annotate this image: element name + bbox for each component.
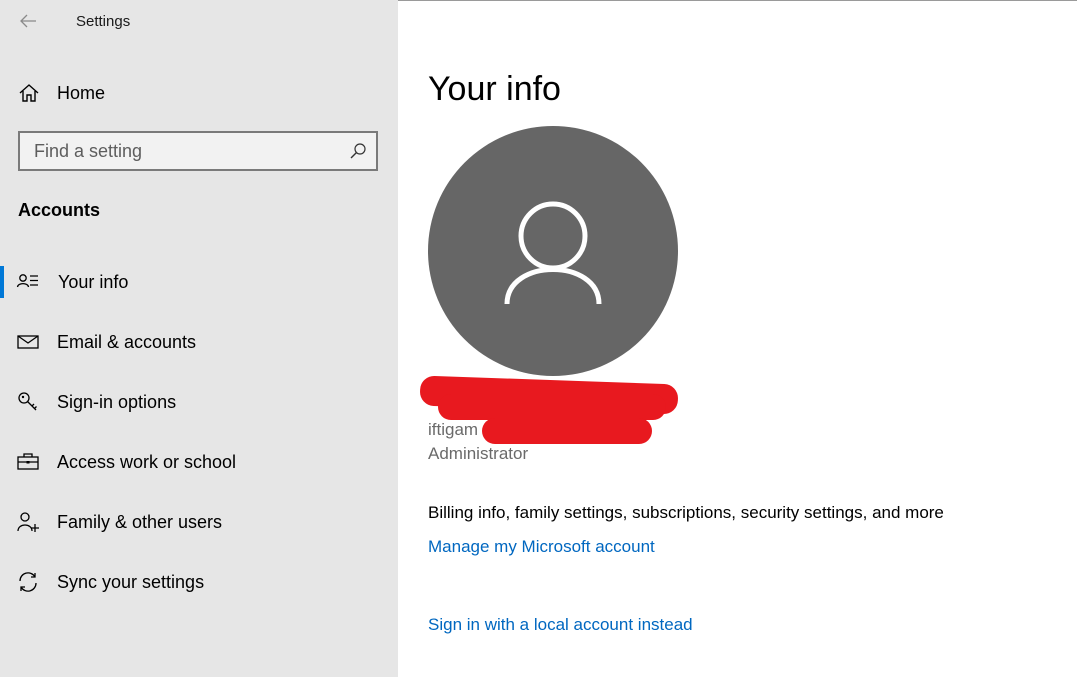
sidebar-item-your-info[interactable]: Your info xyxy=(0,260,398,304)
sidebar-item-label: Sync your settings xyxy=(57,572,205,592)
local-account-link[interactable]: Sign in with a local account instead xyxy=(428,615,693,635)
user-email: iftigam xyxy=(428,420,479,439)
redaction-mark xyxy=(438,394,666,420)
app-title: Settings xyxy=(76,13,131,30)
avatar xyxy=(428,126,678,376)
add-person-icon xyxy=(17,512,39,532)
manage-account-link[interactable]: Manage my Microsoft account xyxy=(428,537,655,557)
key-icon xyxy=(18,392,37,411)
sidebar-item-label: Your info xyxy=(58,272,129,292)
back-button[interactable] xyxy=(12,6,44,36)
sidebar-item-label: Access work or school xyxy=(57,452,237,472)
title-bar: Settings xyxy=(0,0,398,44)
search-box[interactable] xyxy=(18,131,378,171)
section-heading-accounts: Accounts xyxy=(18,200,101,220)
search-icon[interactable] xyxy=(349,142,367,160)
user-silhouette-icon xyxy=(504,201,602,305)
redaction-mark xyxy=(482,418,652,444)
sidebar-item-email-accounts[interactable]: Email & accounts xyxy=(0,320,398,364)
nav-home[interactable]: Home xyxy=(0,72,398,114)
briefcase-icon xyxy=(17,453,39,470)
sync-icon xyxy=(19,572,37,592)
page-title: Your info xyxy=(428,70,561,108)
sidebar: Settings Home Accounts Your info Email &… xyxy=(0,0,398,677)
billing-description: Billing info, family settings, subscript… xyxy=(428,503,944,522)
home-icon xyxy=(19,84,39,102)
sidebar-item-sign-in-options[interactable]: Sign-in options xyxy=(0,380,398,424)
sidebar-item-access-work-school[interactable]: Access work or school xyxy=(0,440,398,484)
user-role: Administrator xyxy=(428,444,529,463)
sidebar-item-label: Sign-in options xyxy=(57,392,177,412)
sidebar-item-family-other-users[interactable]: Family & other users xyxy=(0,500,398,544)
search-input[interactable] xyxy=(20,133,340,169)
envelope-icon xyxy=(17,335,39,349)
selection-indicator xyxy=(0,266,4,298)
person-card-icon xyxy=(16,274,38,288)
main-content: Your info iftigam Administrator Billing … xyxy=(398,0,1077,677)
sidebar-item-sync-settings[interactable]: Sync your settings xyxy=(0,560,398,604)
sidebar-item-label: Family & other users xyxy=(57,512,223,532)
sidebar-item-label: Email & accounts xyxy=(57,332,197,352)
back-arrow-icon xyxy=(20,14,36,28)
nav-home-label: Home xyxy=(57,83,106,103)
